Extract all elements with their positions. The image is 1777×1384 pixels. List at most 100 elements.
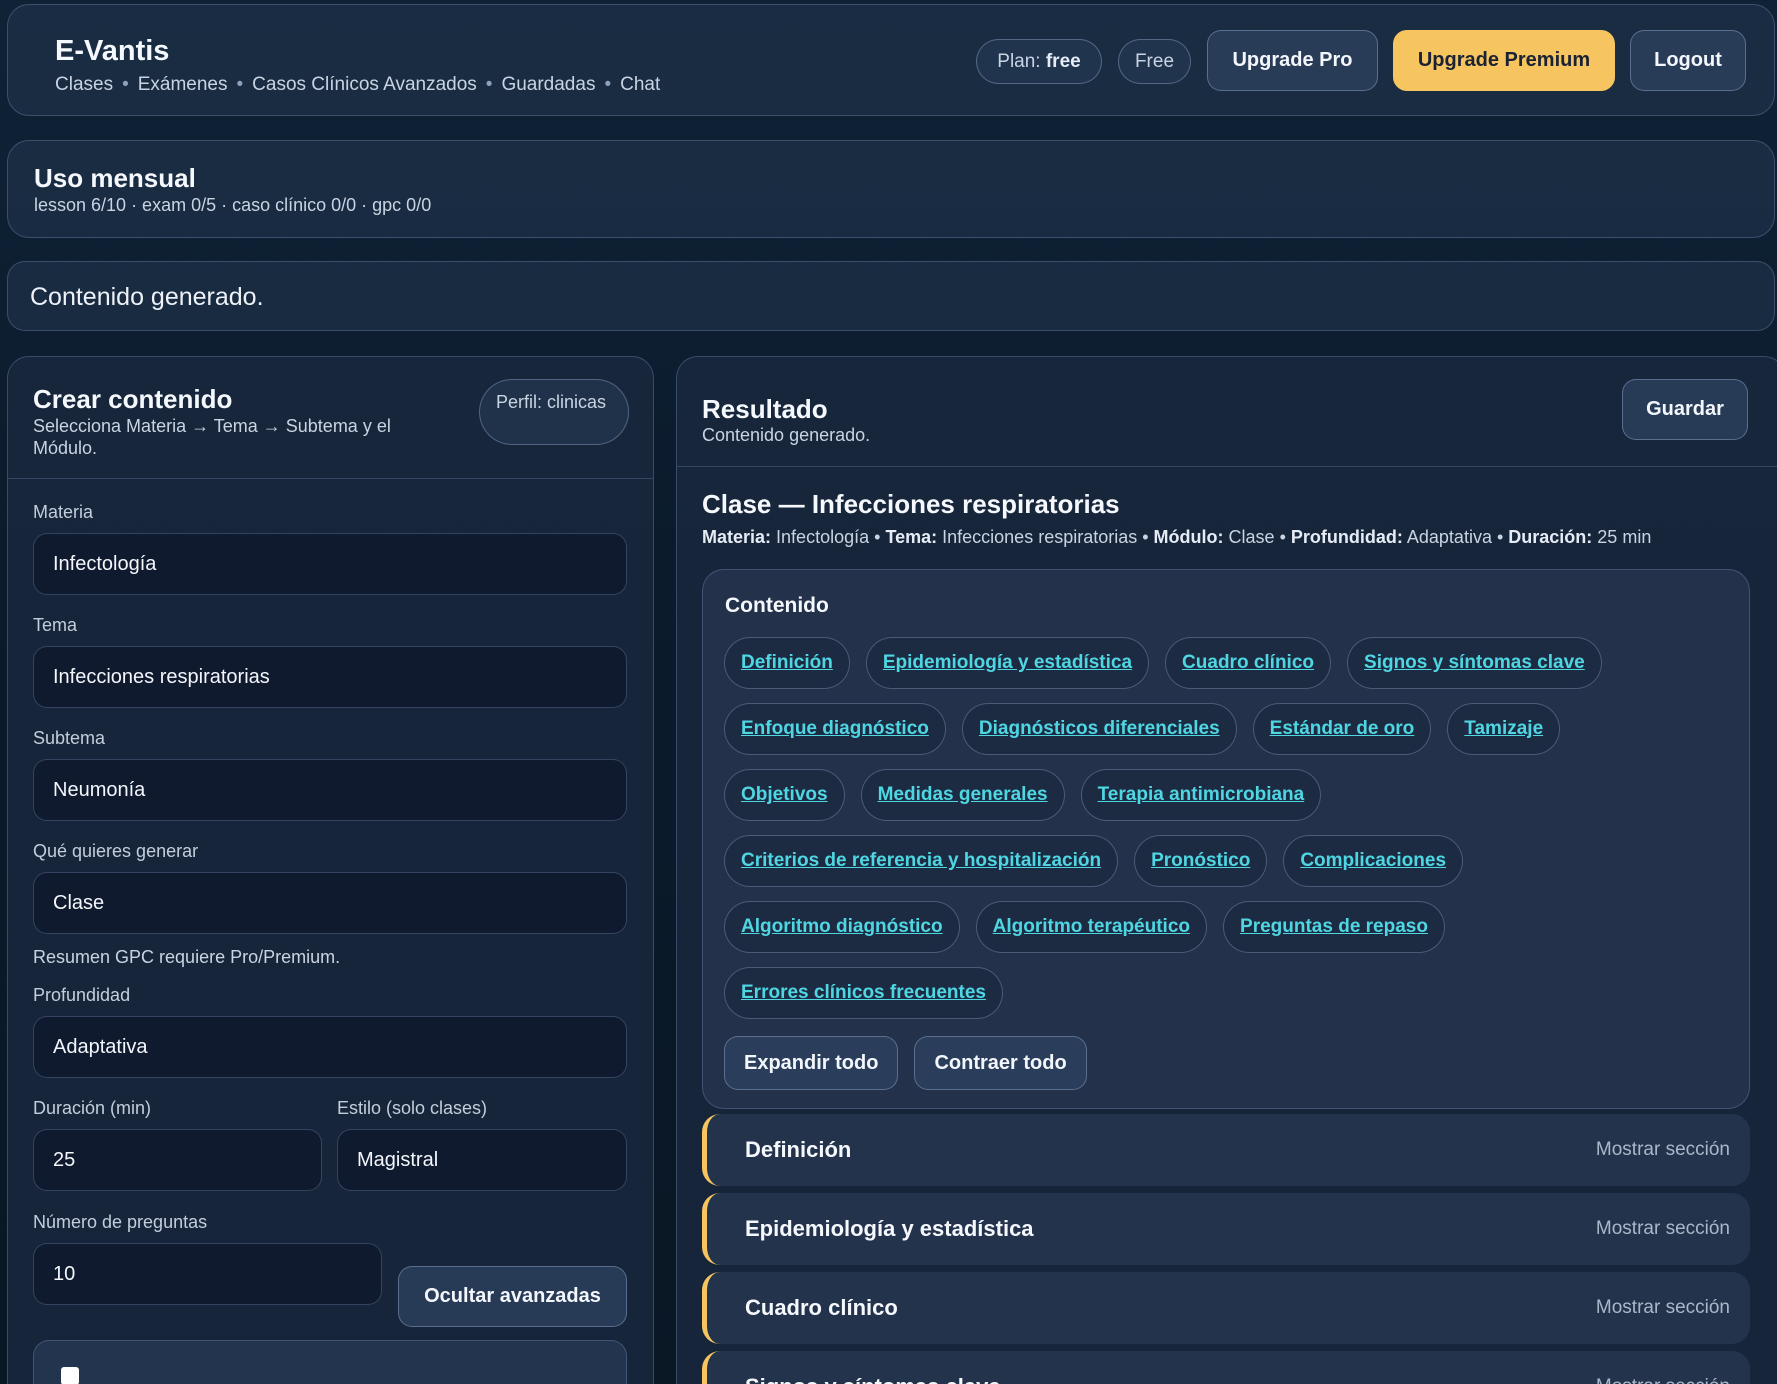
tema-label: Tema: [33, 615, 78, 635]
upgrade-pro-button[interactable]: Upgrade Pro: [1207, 30, 1378, 91]
materia-label: Materia: [33, 502, 94, 522]
meta-key: Profundidad:: [1290, 527, 1403, 547]
result-subtitle: Contenido generado.: [702, 425, 871, 445]
profile-badge: Perfil: clinicas: [479, 379, 629, 445]
toc-chip[interactable]: Tamizaje: [1447, 703, 1561, 755]
option-checkbox[interactable]: [61, 1367, 79, 1384]
expand-all-button[interactable]: Expandir todo: [724, 1036, 899, 1090]
subtema-label: Subtema: [33, 728, 106, 748]
top-header: E-Vantis Clases • Exámenes • Casos Clíni…: [7, 4, 1775, 116]
section-title: Definición: [745, 1137, 852, 1162]
toc-chip[interactable]: Enfoque diagnóstico: [724, 703, 946, 755]
nav-examenes[interactable]: Exámenes: [138, 74, 228, 96]
preguntas-label: Número de preguntas: [33, 1212, 208, 1232]
create-subtitle: Selecciona Materia → Tema → Subtema y el…: [33, 416, 391, 458]
duracion-label: Duración (min): [33, 1098, 152, 1118]
chip-row: Algoritmo diagnóstico Algoritmo terapéut…: [724, 901, 1734, 953]
gpc-note: Resumen GPC requiere Pro/Premium.: [33, 947, 341, 967]
materia-select[interactable]: Infectología: [33, 533, 627, 595]
logout-button[interactable]: Logout: [1630, 30, 1746, 91]
toc-chip[interactable]: Estándar de oro: [1252, 703, 1432, 755]
usage-title: Uso mensual: [34, 163, 196, 193]
nav-separator: •: [485, 74, 493, 95]
plan-label: Plan:: [997, 50, 1041, 72]
chip-row: Objetivos Medidas generales Terapia anti…: [724, 769, 1734, 821]
toc-chip[interactable]: Pronóstico: [1134, 835, 1268, 887]
lesson-heading: Clase — Infecciones respiratorias: [702, 489, 1120, 519]
generar-select[interactable]: Clase: [33, 872, 627, 934]
meta-key: Duración:: [1508, 527, 1593, 547]
divider: [8, 478, 653, 479]
nav-separator: •: [604, 74, 612, 95]
meta-value: Adaptativa: [1406, 527, 1492, 547]
preguntas-input[interactable]: 10: [33, 1243, 382, 1305]
toggle-advanced-button[interactable]: Ocultar avanzadas: [398, 1266, 627, 1327]
show-section-toggle[interactable]: Mostrar sección: [1596, 1139, 1730, 1161]
lesson-meta: Materia: Infectología • Tema: Infeccione…: [702, 527, 1652, 547]
duracion-input[interactable]: 25: [33, 1129, 322, 1191]
plan-value: free: [1045, 50, 1081, 72]
meta-key: Módulo:: [1153, 527, 1224, 547]
section-title: Epidemiología y estadística: [745, 1216, 1034, 1241]
create-content-panel: Crear contenido Selecciona Materia → Tem…: [7, 356, 654, 1384]
nav-guardadas[interactable]: Guardadas: [501, 74, 595, 96]
estilo-select[interactable]: Magistral: [337, 1129, 627, 1191]
meta-value: Clase: [1228, 527, 1275, 547]
toc-chip[interactable]: Terapia antimicrobiana: [1080, 769, 1322, 821]
toc-chip[interactable]: Medidas generales: [860, 769, 1065, 821]
toc-chip[interactable]: Epidemiología y estadística: [865, 637, 1150, 689]
advanced-options-card: [33, 1340, 627, 1384]
toc-chip[interactable]: Cuadro clínico: [1165, 637, 1332, 689]
meta-key: Materia:: [702, 527, 772, 547]
meta-value: Infectología: [776, 527, 870, 547]
section-title: Signos y síntomas clave: [745, 1374, 1001, 1384]
save-button[interactable]: Guardar: [1622, 379, 1748, 440]
section-accordion[interactable]: Epidemiología y estadística Mostrar secc…: [702, 1193, 1750, 1265]
toc-chips: Definición Epidemiología y estadística C…: [724, 637, 1734, 1033]
table-of-contents-card: Contenido Definición Epidemiología y est…: [702, 569, 1750, 1109]
main-nav: Clases • Exámenes • Casos Clínicos Avanz…: [55, 74, 660, 96]
meta-key: Tema:: [885, 527, 938, 547]
meta-value: 25 min: [1597, 527, 1652, 547]
free-badge: Free: [1118, 39, 1191, 84]
toc-chip[interactable]: Preguntas de repaso: [1223, 901, 1445, 953]
nav-chat[interactable]: Chat: [620, 74, 660, 96]
create-title: Crear contenido: [33, 384, 233, 414]
profundidad-label: Profundidad: [33, 985, 131, 1005]
estilo-label: Estilo (solo clases): [337, 1098, 488, 1118]
section-accordion[interactable]: Cuadro clínico Mostrar sección: [702, 1272, 1750, 1344]
nav-separator: •: [236, 74, 244, 95]
toc-chip[interactable]: Signos y síntomas clave: [1347, 637, 1602, 689]
nav-clases[interactable]: Clases: [55, 74, 113, 96]
generar-label: Qué quieres generar: [33, 841, 199, 861]
toc-chip[interactable]: Algoritmo terapéutico: [975, 901, 1208, 953]
nav-casos-clinicos[interactable]: Casos Clínicos Avanzados: [252, 74, 477, 96]
toc-chip[interactable]: Complicaciones: [1283, 835, 1464, 887]
toc-chip[interactable]: Objetivos: [724, 769, 845, 821]
subtema-select[interactable]: Neumonía: [33, 759, 627, 821]
toc-chip[interactable]: Definición: [724, 637, 850, 689]
chip-row: Criterios de referencia y hospitalizació…: [724, 835, 1734, 887]
toc-chip[interactable]: Errores clínicos frecuentes: [724, 967, 1003, 1019]
toc-chip[interactable]: Diagnósticos diferenciales: [961, 703, 1237, 755]
monthly-usage-card: Uso mensual lesson 6/10 · exam 0/5 · cas…: [7, 140, 1775, 238]
profundidad-select[interactable]: Adaptativa: [33, 1016, 627, 1078]
brand-logo[interactable]: E-Vantis: [55, 35, 169, 68]
collapse-all-button[interactable]: Contraer todo: [914, 1036, 1087, 1090]
chip-row: Definición Epidemiología y estadística C…: [724, 637, 1734, 689]
section-accordion[interactable]: Signos y síntomas clave Mostrar sección: [702, 1351, 1750, 1384]
section-accordion[interactable]: Definición Mostrar sección: [702, 1114, 1750, 1186]
toc-chip[interactable]: Algoritmo diagnóstico: [724, 901, 960, 953]
tema-select[interactable]: Infecciones respiratorias: [33, 646, 627, 708]
show-section-toggle[interactable]: Mostrar sección: [1596, 1297, 1730, 1319]
status-message: Contenido generado.: [30, 283, 264, 311]
result-title: Resultado: [702, 394, 828, 424]
section-title: Cuadro clínico: [745, 1295, 898, 1320]
show-section-toggle[interactable]: Mostrar sección: [1596, 1376, 1730, 1384]
upgrade-premium-button[interactable]: Upgrade Premium: [1393, 30, 1615, 91]
status-banner: Contenido generado.: [7, 261, 1775, 331]
result-panel: Resultado Contenido generado. Guardar Cl…: [676, 356, 1777, 1384]
toc-chip[interactable]: Criterios de referencia y hospitalizació…: [724, 835, 1119, 887]
show-section-toggle[interactable]: Mostrar sección: [1596, 1218, 1730, 1240]
nav-separator: •: [122, 74, 129, 95]
